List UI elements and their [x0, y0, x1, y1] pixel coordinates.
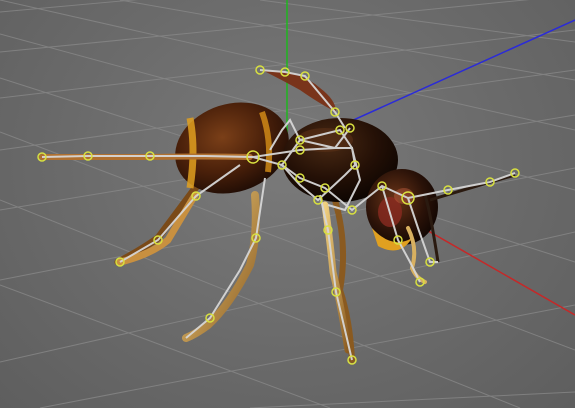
hind-leg-near — [182, 191, 260, 342]
antenna — [429, 173, 516, 202]
abdomen-stripe — [186, 117, 197, 189]
abdomen — [175, 102, 289, 194]
wasp-model[interactable] — [39, 70, 516, 363]
rig-skeleton[interactable] — [41, 69, 516, 361]
3d-viewport[interactable] — [0, 0, 575, 408]
wing — [262, 70, 336, 112]
viewport-scene[interactable] — [0, 0, 575, 408]
rig-joints[interactable] — [37, 65, 520, 365]
